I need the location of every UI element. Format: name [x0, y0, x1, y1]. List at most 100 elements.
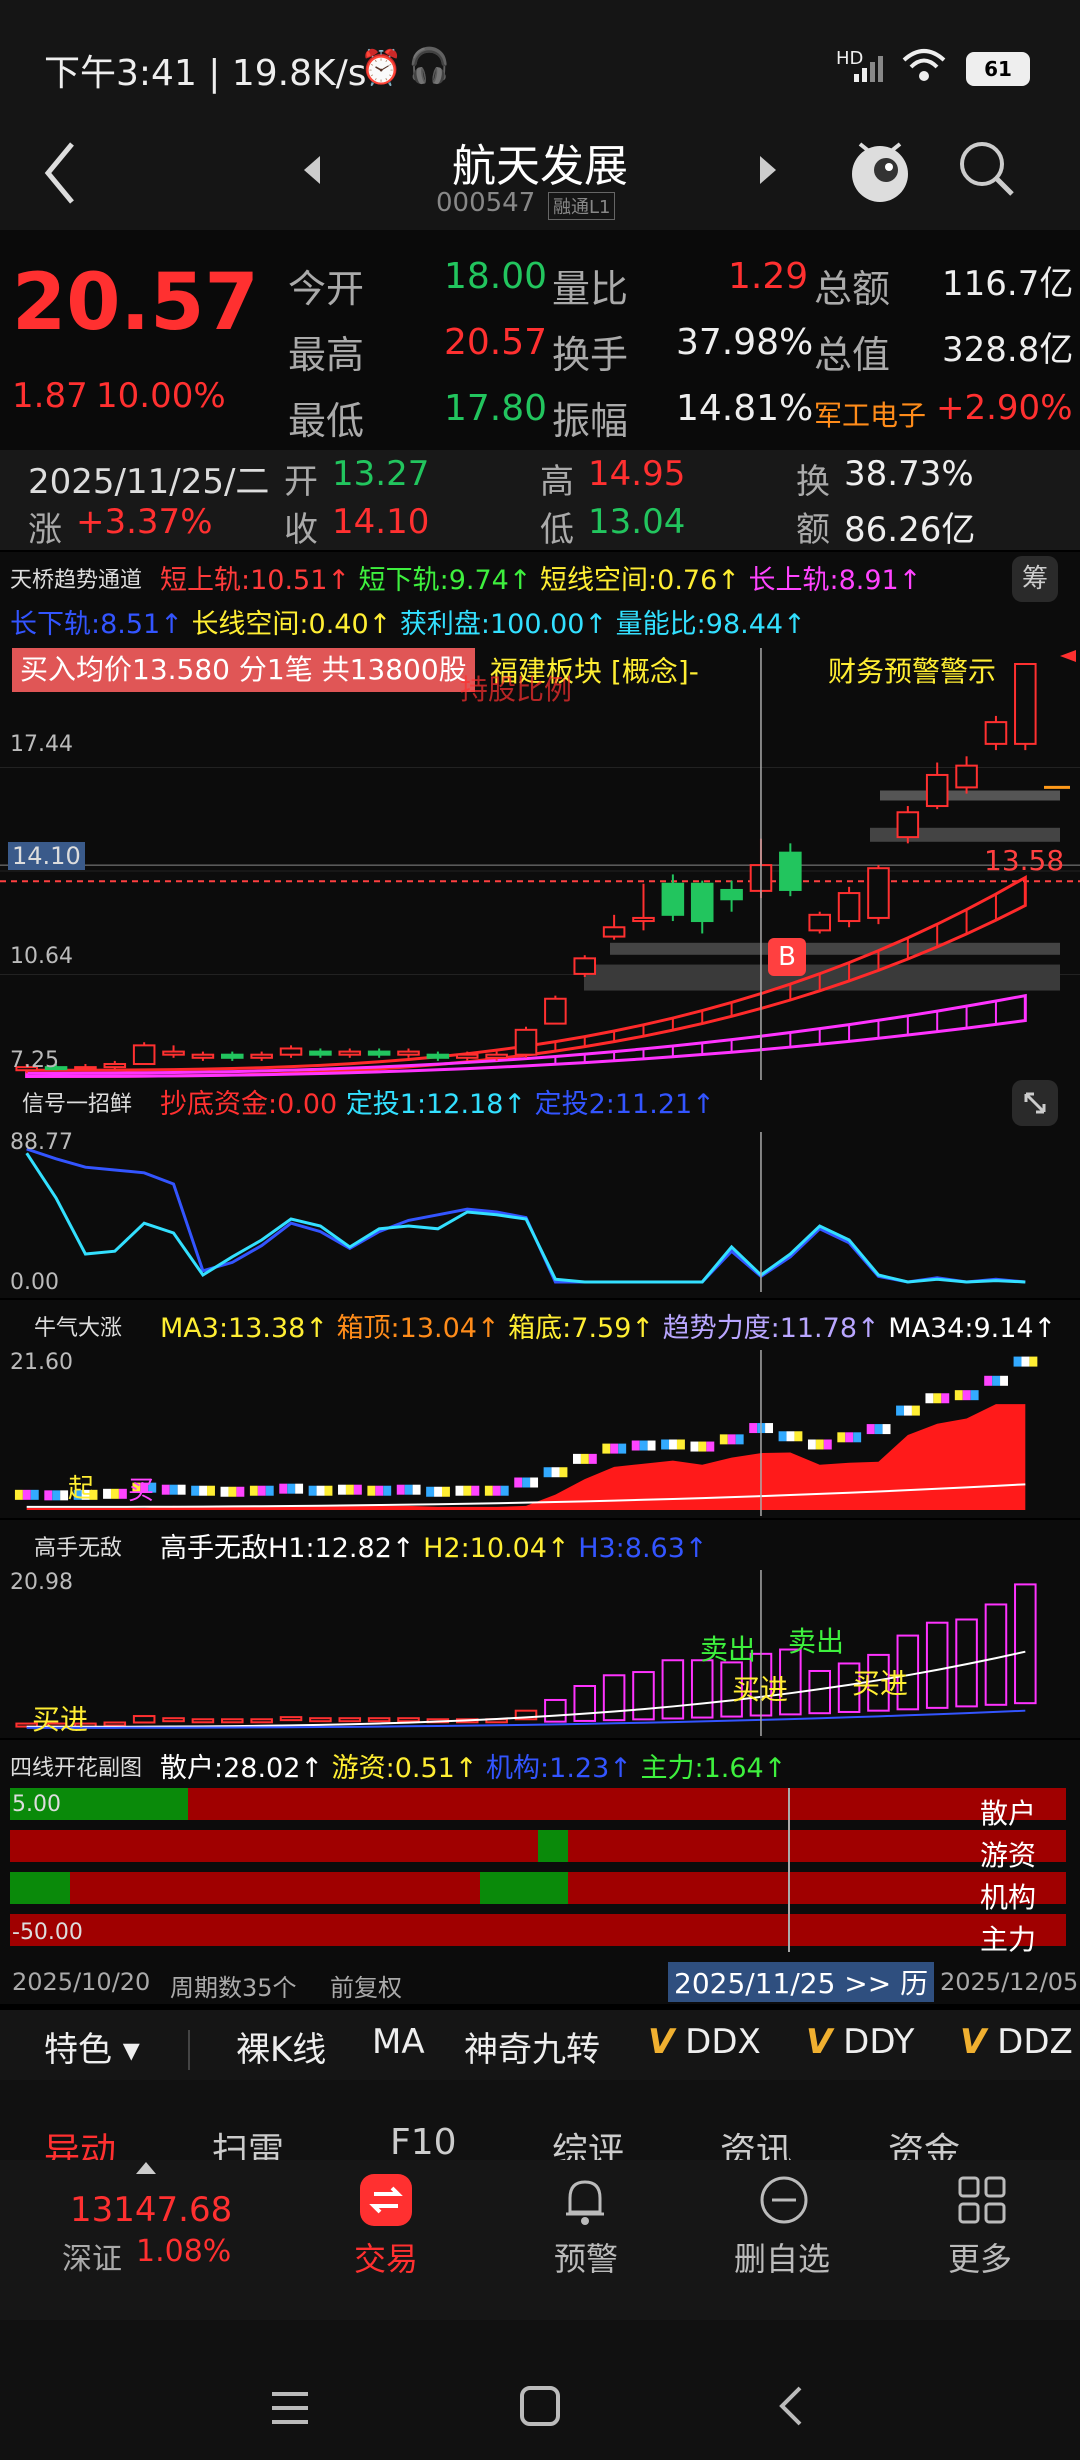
candle-body: [485, 1053, 508, 1059]
ind2-item: MA34:9.14↑: [888, 1313, 1057, 1344]
master-panel[interactable]: 高手无敌 高手无敌H1:12.82↑ H2:10.04↑ H3:8.63↑ 20…: [0, 1520, 1080, 1738]
bottom-bar: 13147.68 深证 1.08% 交易 预警 删自选 更多: [0, 2160, 1080, 2320]
tab-ma[interactable]: MA: [372, 2022, 425, 2062]
box-block: [602, 1443, 611, 1454]
signal-chart[interactable]: [0, 1132, 1080, 1292]
box-block: [618, 1443, 627, 1454]
master-bar: [661, 1659, 685, 1720]
candle-body: [1014, 663, 1037, 745]
candle-body: [955, 764, 978, 789]
value-amplitude: 14.81%: [676, 388, 814, 429]
ind4-name[interactable]: 四线开花副图: [10, 1750, 142, 1782]
more-grid-icon[interactable]: [956, 2174, 1008, 2226]
candle-body: [632, 916, 655, 923]
master-bar: [602, 1674, 626, 1722]
hist-open-label: 开: [284, 462, 318, 502]
ind1-item: 抄底资金:0.00: [160, 1089, 338, 1120]
tab-feature[interactable]: 特色 ▾: [44, 2022, 140, 2071]
tab-anomaly[interactable]: 异动: [44, 2122, 116, 2160]
finance-warning[interactable]: 财务预警警示: [828, 650, 996, 690]
box-block: [690, 1441, 699, 1452]
ind2-name[interactable]: 牛气大涨: [34, 1310, 122, 1342]
candle-body: [455, 1053, 479, 1059]
expand-icon[interactable]: [1012, 1080, 1058, 1126]
next-stock-icon[interactable]: [756, 152, 780, 188]
value-turnover: 37.98%: [676, 322, 814, 363]
y-label-low: 7.25: [10, 1048, 59, 1073]
alert-label[interactable]: 预警: [554, 2234, 618, 2280]
main-ind-item: 短线空间:0.76↑: [540, 565, 740, 596]
box-block: [807, 1439, 816, 1450]
hist-date: 2025/11/25/二: [28, 462, 270, 502]
chart-tab-bar: 特色 ▾ 裸K线 MA 神奇九转 V DDX V DDY V DDZ: [0, 2010, 1080, 2090]
tab-ddx[interactable]: V DDX: [648, 2022, 761, 2062]
axis-adjust[interactable]: 前复权: [330, 1968, 402, 2003]
volume-profile-band: [610, 942, 1060, 955]
sector-name[interactable]: 军工电子: [814, 394, 926, 434]
ind2-item: 趋势力度:11.78↑: [662, 1313, 880, 1344]
box-block: [1000, 1375, 1008, 1386]
remove-watchlist-icon[interactable]: [758, 2174, 810, 2226]
collapse-up-icon[interactable]: [134, 2160, 158, 2176]
buy-avg-banner[interactable]: 买入均价13.580 分1笔 共13800股: [12, 648, 475, 692]
tab-magic-nine[interactable]: 神奇九转: [464, 2022, 600, 2071]
index-value[interactable]: 13147.68: [70, 2190, 232, 2230]
system-back-icon[interactable]: [776, 2384, 806, 2428]
ind3-name[interactable]: 高手无敌: [34, 1530, 122, 1562]
tab-funds[interactable]: 资金: [888, 2122, 960, 2160]
sector-change[interactable]: +2.90%: [936, 388, 1073, 428]
menu-icon[interactable]: [270, 2388, 310, 2428]
ind2-item: 箱顶:13.04↑: [336, 1313, 500, 1344]
y-label-cursor: 14.10: [8, 842, 85, 870]
bull-chart[interactable]: [0, 1350, 1080, 1516]
search-icon[interactable]: [956, 138, 1018, 200]
candle-body: [690, 882, 714, 923]
chip-button[interactable]: 筹: [1012, 556, 1058, 602]
box-block: [823, 1439, 832, 1450]
current-price: 20.57: [12, 258, 259, 348]
bell-icon[interactable]: [560, 2174, 610, 2230]
more-label[interactable]: 更多: [948, 2234, 1012, 2280]
cost-price-tag: 13.58: [984, 844, 1065, 877]
hist-close-label: 收: [284, 510, 318, 550]
main-ind-name[interactable]: 天桥趋势通道: [10, 562, 142, 594]
candle-body: [720, 888, 743, 901]
candle-body: [367, 1050, 391, 1056]
tab-news[interactable]: 资讯: [720, 2122, 792, 2160]
box-block: [911, 1405, 920, 1416]
tab-rating[interactable]: 综评: [552, 2122, 624, 2160]
candle-body: [279, 1047, 303, 1056]
trade-icon[interactable]: [360, 2174, 412, 2226]
remove-watchlist-label[interactable]: 删自选: [734, 2234, 830, 2280]
tab-mine-scan[interactable]: 扫雷: [212, 2122, 284, 2160]
axis-period: 周期数35个: [170, 1974, 297, 2002]
tab-f10[interactable]: F10: [390, 2122, 457, 2160]
master-bar: [132, 1715, 156, 1724]
main-ind-item: 长线空间:0.40↑: [191, 609, 392, 640]
kline-chart[interactable]: [0, 648, 1080, 1092]
axis-cursor-date[interactable]: 2025/11/25 >> 历: [668, 1962, 935, 2002]
signal-panel[interactable]: 信号一招鲜 抄底资金:0.00 定投1:12.18↑ 定投2:11.21↑ 88…: [0, 1080, 1080, 1298]
ind2-item: MA3:13.38↑: [160, 1313, 328, 1344]
mascot-icon[interactable]: [846, 132, 914, 208]
tab-ddy[interactable]: V DDY: [806, 2022, 914, 2062]
home-icon[interactable]: [518, 2384, 562, 2428]
back-icon[interactable]: [40, 138, 80, 208]
candle-body: [808, 913, 831, 932]
buy-marker[interactable]: B: [768, 938, 806, 976]
master-chart[interactable]: [0, 1570, 1080, 1736]
tab-naked-k[interactable]: 裸K线: [236, 2022, 326, 2071]
bull-panel[interactable]: 牛气大涨 MA3:13.38↑ 箱顶:13.04↑ 箱底:7.59↑ 趋势力度:…: [0, 1300, 1080, 1518]
four-line-panel[interactable]: 四线开花副图 散户:28.02↑ 游资:0.51↑ 机构:1.23↑ 主力:1.…: [0, 1740, 1080, 1958]
tab-ddz[interactable]: V DDZ: [960, 2022, 1073, 2062]
prev-stock-icon[interactable]: [300, 152, 324, 188]
label-low: 最低: [288, 399, 365, 443]
ind1-name[interactable]: 信号一招鲜: [22, 1086, 132, 1118]
ind2-buy-mark: 买: [128, 1476, 155, 1506]
four-line-bars[interactable]: [10, 1788, 1066, 1952]
candle-body: [779, 851, 802, 891]
box-block: [426, 1486, 435, 1497]
box-block: [954, 1390, 963, 1401]
trade-label[interactable]: 交易: [354, 2234, 418, 2280]
main-chart-panel[interactable]: 天桥趋势通道 短上轨:10.51↑ 短下轨:9.74↑ 短线空间:0.76↑ 长…: [0, 552, 1080, 1092]
